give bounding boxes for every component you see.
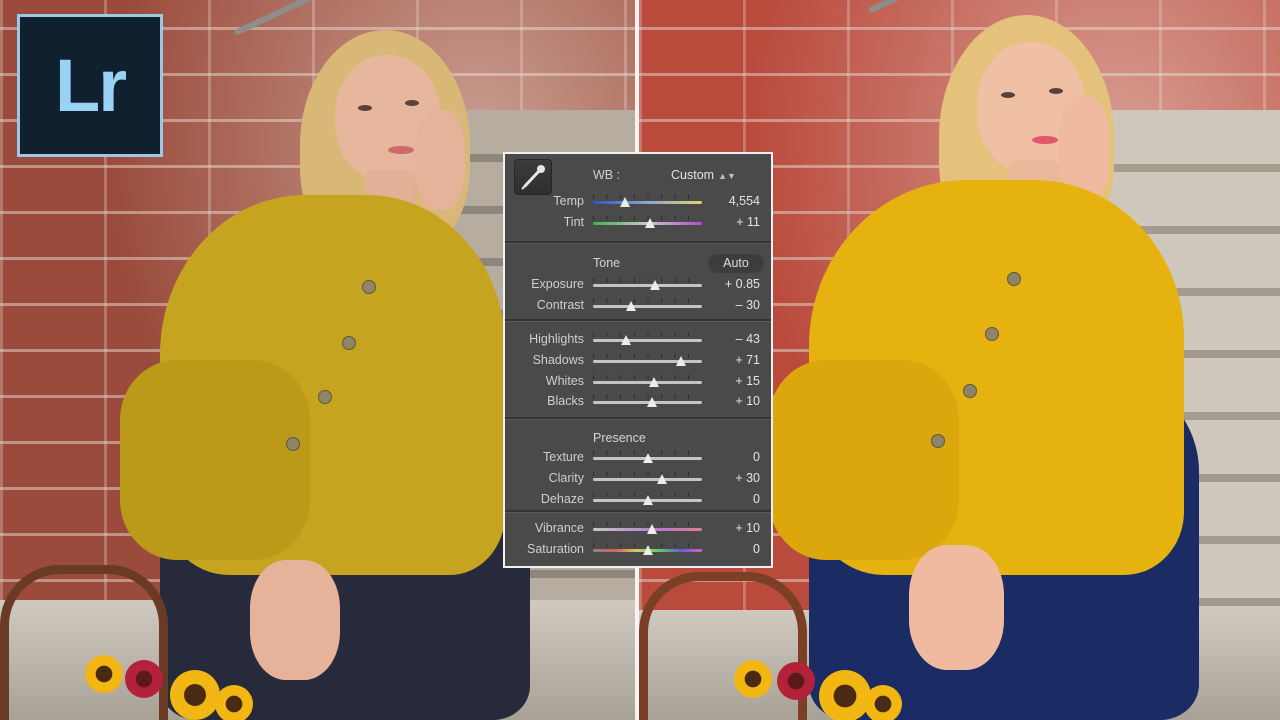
tint-label: Tint bbox=[563, 214, 584, 229]
temp-label: Temp bbox=[553, 194, 584, 208]
temp-slider-row: Temp 4,554 bbox=[505, 192, 771, 212]
hand bbox=[415, 110, 465, 210]
highlights-value[interactable]: – 43 bbox=[736, 332, 760, 346]
white-balance-eyedropper-button[interactable] bbox=[514, 159, 552, 195]
vibrance-slider-row: Vibrance + 10 bbox=[505, 519, 771, 539]
eyedropper-icon bbox=[521, 165, 545, 190]
highlights-slider-ticks bbox=[593, 333, 702, 337]
exposure-label: Exposure bbox=[531, 277, 584, 291]
clarity-slider-track[interactable] bbox=[593, 477, 702, 481]
exposure-slider-ticks bbox=[593, 278, 702, 282]
exposure-value[interactable]: + 0.85 bbox=[725, 277, 760, 291]
whites-label: Whites bbox=[545, 373, 584, 388]
tote-bag bbox=[639, 572, 807, 720]
saturation-slider-thumb[interactable] bbox=[642, 544, 653, 555]
temp-slider-thumb[interactable] bbox=[619, 197, 630, 207]
temp-slider-ticks bbox=[593, 195, 702, 199]
updown-arrows-icon: ▲▼ bbox=[718, 171, 736, 181]
whites-slider-row: Whites + 15 bbox=[505, 372, 771, 392]
texture-slider-thumb[interactable] bbox=[642, 453, 653, 463]
texture-slider-row: Texture 0 bbox=[505, 448, 771, 468]
clarity-slider-row: Clarity + 30 bbox=[505, 469, 771, 489]
shadows-slider-thumb[interactable] bbox=[676, 355, 687, 366]
contrast-value[interactable]: – 30 bbox=[736, 298, 760, 312]
dehaze-value[interactable]: 0 bbox=[753, 492, 760, 506]
dehaze-slider-row: Dehaze 0 bbox=[505, 490, 771, 510]
wb-select[interactable]: Custom ▲▼ bbox=[671, 168, 736, 182]
whites-slider-thumb[interactable] bbox=[649, 376, 660, 387]
shadows-slider-row: Shadows + 71 bbox=[505, 351, 771, 371]
dehaze-slider-thumb[interactable] bbox=[642, 494, 653, 505]
texture-value[interactable]: 0 bbox=[753, 450, 760, 464]
saturation-label: Saturation bbox=[527, 541, 584, 556]
blacks-slider-row: Blacks + 10 bbox=[505, 392, 771, 412]
clarity-slider-thumb[interactable] bbox=[656, 473, 667, 484]
tint-slider-row: Tint + 11 bbox=[505, 213, 771, 233]
contrast-slider-row: Contrast – 30 bbox=[505, 296, 771, 316]
contrast-slider-track[interactable] bbox=[593, 304, 702, 308]
clarity-value[interactable]: + 30 bbox=[735, 471, 760, 485]
vibrance-slider-thumb[interactable] bbox=[646, 524, 657, 534]
exposure-slider-track[interactable] bbox=[593, 284, 702, 287]
highlights-slider-track[interactable] bbox=[593, 339, 702, 342]
whites-slider-track[interactable] bbox=[593, 380, 702, 384]
saturation-value[interactable]: 0 bbox=[753, 542, 760, 556]
tint-value[interactable]: + 11 bbox=[736, 215, 760, 229]
lightroom-logo-text: Lr bbox=[55, 44, 127, 127]
wb-value: Custom bbox=[671, 168, 715, 182]
whites-value[interactable]: + 15 bbox=[735, 374, 760, 388]
exposure-slider-row: Exposure + 0.85 bbox=[505, 275, 771, 295]
highlights-slider-thumb[interactable] bbox=[620, 335, 631, 345]
temp-slider-track[interactable] bbox=[593, 201, 702, 204]
highlights-label: Highlights bbox=[529, 332, 584, 346]
tint-slider-thumb[interactable] bbox=[644, 217, 655, 228]
temp-value[interactable]: 4,554 bbox=[729, 194, 760, 208]
tone-section-title: Tone bbox=[593, 256, 621, 270]
blacks-slider-thumb[interactable] bbox=[646, 397, 657, 408]
develop-basic-panel: WB : Custom ▲▼ Temp 4,554 Tint + 11 Tone Aut… bbox=[503, 152, 773, 568]
whites-slider-ticks bbox=[593, 374, 702, 379]
sunflower bbox=[85, 655, 123, 693]
vibrance-value[interactable]: + 10 bbox=[735, 521, 760, 535]
lightroom-logo: Lr bbox=[17, 14, 163, 157]
exposure-slider-thumb[interactable] bbox=[650, 280, 661, 290]
saturation-slider-row: Saturation 0 bbox=[505, 540, 771, 560]
sunflower bbox=[734, 660, 772, 698]
shadows-value[interactable]: + 71 bbox=[735, 353, 760, 367]
wb-label: WB : bbox=[593, 168, 621, 182]
clarity-slider-ticks bbox=[593, 471, 702, 476]
contrast-slider-thumb[interactable] bbox=[626, 300, 637, 311]
dehaze-label: Dehaze bbox=[540, 491, 584, 506]
clarity-label: Clarity bbox=[548, 470, 584, 485]
blacks-label: Blacks bbox=[547, 394, 584, 409]
highlights-slider-row: Highlights – 43 bbox=[505, 330, 771, 350]
blacks-value[interactable]: + 10 bbox=[735, 394, 760, 408]
auto-tone-button[interactable]: Auto bbox=[708, 254, 764, 273]
texture-label: Texture bbox=[543, 450, 584, 464]
contrast-label: Contrast bbox=[536, 297, 584, 312]
vibrance-label: Vibrance bbox=[534, 521, 584, 535]
contrast-slider-ticks bbox=[593, 298, 702, 303]
presence-section-title: Presence bbox=[593, 431, 646, 445]
shadows-label: Shadows bbox=[532, 352, 584, 367]
